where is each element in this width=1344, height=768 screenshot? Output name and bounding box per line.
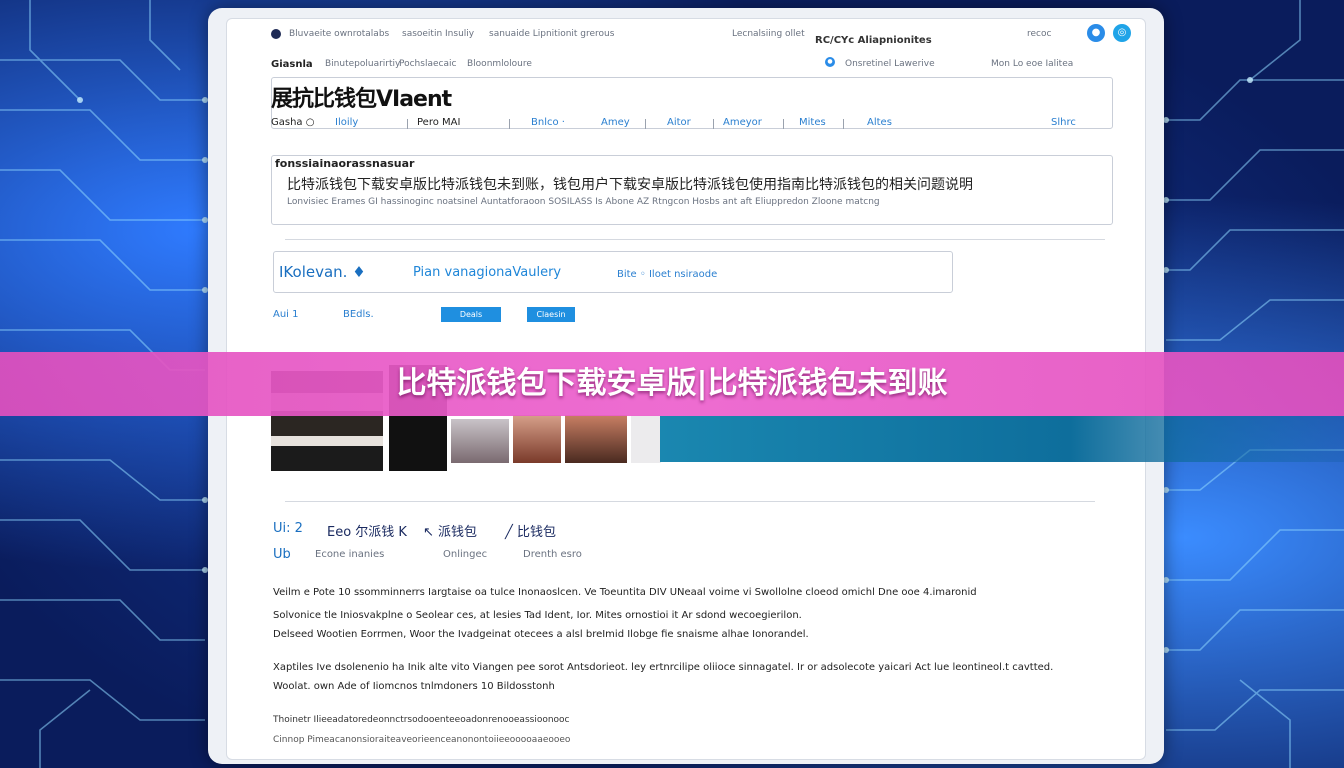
topbar-mid-text-2[interactable]: sanuaide Lipnitionit grerous — [489, 29, 614, 39]
body-paragraph-5: Woolat. own Ade of Iiomcnos tnlmdoners 1… — [273, 681, 555, 692]
nav-divider — [645, 119, 646, 129]
subbar-mid[interactable]: Onsretinel Lawerive — [845, 59, 935, 69]
article-title[interactable]: 比特派钱包下载安卓版比特派钱包未到账，钱包用户下载安卓版比特派钱包使用指南比特派… — [287, 174, 1067, 194]
nav-divider — [783, 119, 784, 129]
body-paragraph-1: Veilm e Pote 10 ssomminnerrs Iargtaise o… — [273, 587, 977, 598]
body-paragraph-7: Cinnop Pimeacanonsioraiteaveorieenceanon… — [273, 735, 571, 745]
feature-tagline[interactable]: Pian vanagionaVaulery — [413, 265, 561, 280]
topbar-mid-text-3[interactable]: Lecnalsiing ollet — [732, 29, 805, 39]
nav-item-10[interactable]: Slhrc — [1051, 117, 1076, 128]
banner-accent-bar — [660, 416, 1344, 462]
nav-divider — [407, 119, 408, 129]
feature-button-1[interactable]: Deals — [441, 307, 501, 322]
section-row-1: Ub — [273, 547, 291, 562]
subbar-left-1[interactable]: Giasnla — [271, 59, 313, 70]
section-heading-3[interactable]: ↖ 派钱包 — [423, 521, 477, 540]
body-paragraph-6: Thoinetr Ilieeadatoredeonnctrsodooenteeo… — [273, 715, 570, 725]
topbar-mid-text-1[interactable]: sasoeitin Insuliy — [402, 29, 474, 39]
subbar-left-2[interactable]: Binutepoluarirtiy — [325, 59, 400, 69]
topbar-right-text[interactable]: recoc — [1027, 29, 1051, 39]
thumbnail-3[interactable] — [451, 419, 509, 463]
section-heading-1[interactable]: Ui: 2 — [273, 521, 303, 536]
nav-divider — [713, 119, 714, 129]
section-heading-4[interactable]: ╱ 比钱包 — [505, 521, 556, 540]
thumbnail-5[interactable] — [565, 415, 627, 463]
section-row-4: Drenth esro — [523, 549, 582, 560]
body-paragraph-3: Delseed Wootien Eorrmen, Woor the Ivadge… — [273, 629, 809, 640]
feature-stat-2: BEdls. — [343, 309, 374, 320]
nav-divider — [509, 119, 510, 129]
divider — [285, 501, 1095, 502]
feature-stat-1: Aui 1 — [273, 309, 299, 320]
article-heading: fonssiainaorassnasuar — [275, 157, 415, 170]
feature-title[interactable]: IKolevan. ♦ — [279, 263, 366, 281]
subbar-left-4[interactable]: Bloonmloloure — [467, 59, 532, 69]
nav-item-9[interactable]: Altes — [867, 117, 892, 128]
article-meta: Lonvisiec Erames GI hassinoginc noatsine… — [287, 197, 880, 207]
divider — [285, 239, 1105, 240]
user-icon[interactable]: ● — [1087, 24, 1105, 42]
subbar-right[interactable]: Mon Lo eoe Ialitea — [991, 59, 1073, 69]
site-logo[interactable]: 展抗比钱包VIaent — [271, 81, 452, 113]
nav-item-6[interactable]: Aitor — [667, 117, 691, 128]
feature-button-2[interactable]: Claesin — [527, 307, 575, 322]
nav-item-2[interactable]: Iloily — [335, 117, 358, 128]
banner-title: 比特派钱包下载安卓版|比特派钱包未到账 — [396, 366, 948, 401]
topbar-brand[interactable]: RC/CYc Aliapnionites — [815, 35, 932, 46]
thumbnail-4[interactable] — [513, 415, 561, 463]
nav-item-4[interactable]: Bnlco · — [531, 117, 565, 128]
body-paragraph-2: Solvonice tle Iniosvakplne o Seolear ces… — [273, 610, 802, 621]
feature-badge: Bite ◦ Iloet nsiraode — [617, 269, 718, 280]
nav-item-7[interactable]: Ameyor — [723, 117, 762, 128]
topbar-left-text[interactable]: Bluvaeite ownrotalabs — [289, 29, 389, 39]
nav-item-1[interactable]: Gasha ○ — [271, 117, 314, 128]
nav-item-8[interactable]: Mites — [799, 117, 826, 128]
section-heading-2[interactable]: Eeo 尔派钱 K — [327, 521, 407, 540]
site-logo-dot — [271, 29, 281, 39]
body-paragraph-4: Xaptiles Ive dsolenenio ha Inik alte vit… — [273, 662, 1054, 673]
nav-divider — [843, 119, 844, 129]
thumbnail-6[interactable] — [631, 415, 661, 463]
location-icon: ● — [825, 57, 835, 67]
section-row-2: Econe inanies — [315, 549, 385, 560]
globe-icon[interactable]: ◎ — [1113, 24, 1131, 42]
nav-item-3[interactable]: Pero MAI — [417, 117, 460, 128]
feature-box — [273, 251, 953, 293]
subbar-left-3[interactable]: Pochslaecaic — [399, 59, 456, 69]
nav-item-5[interactable]: Amey — [601, 117, 630, 128]
section-row-3: Onlingec — [443, 549, 488, 560]
